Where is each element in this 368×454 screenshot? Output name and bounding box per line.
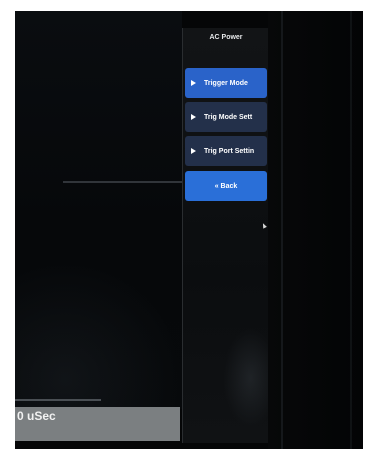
trig-port-settings-button[interactable]: Trig Port Settin [185,136,267,166]
play-arrow-icon [191,114,196,120]
panel-reflection [223,328,269,428]
waveform-trace [63,181,182,183]
time-readout: 0 uSec [17,409,56,423]
trigger-mode-button[interactable]: Trigger Mode [185,68,267,98]
back-label: « Back [214,182,238,190]
side-menu-panel: AC Power Trigger Mode Trig Mode Sett Tri… [182,28,270,443]
screen-reflection [15,261,182,409]
mouse-cursor-icon [261,222,267,229]
back-button[interactable]: « Back [185,171,267,201]
menu-title: AC Power [209,34,243,41]
play-arrow-icon [191,148,196,154]
bezel-edge [281,11,283,449]
waveform-display [15,11,182,409]
trigger-mode-label: Trigger Mode [204,79,248,87]
play-arrow-icon [191,80,196,86]
bezel-edge [350,11,352,449]
trig-mode-settings-button[interactable]: Trig Mode Sett [185,102,267,132]
trig-mode-settings-label: Trig Mode Sett [204,113,253,121]
waveform-baseline [15,399,101,401]
device-screen-photo: 0 uSec AC Power Trigger Mode Trig Mode S… [15,11,363,449]
trig-port-settings-label: Trig Port Settin [204,147,255,155]
